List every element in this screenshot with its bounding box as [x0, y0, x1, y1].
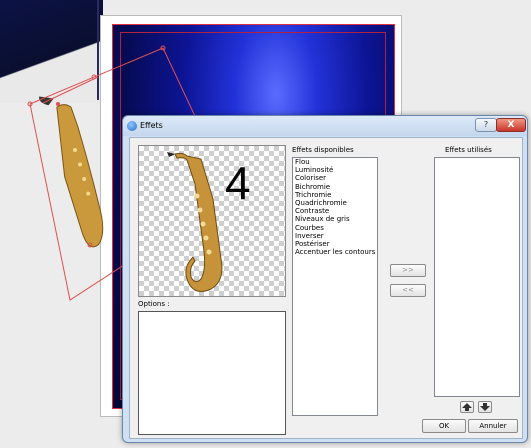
used-effects-label: Effets utilisés — [445, 146, 492, 154]
move-up-button[interactable] — [460, 401, 474, 413]
saxophone-preview-icon — [167, 152, 223, 292]
list-item[interactable]: Flou — [293, 158, 377, 166]
options-panel — [138, 311, 286, 435]
list-item[interactable]: Postériser — [293, 240, 377, 248]
close-button[interactable]: X — [496, 118, 526, 132]
rotation-handle[interactable] — [56, 102, 60, 106]
app-icon — [127, 121, 137, 131]
list-item[interactable]: Niveaux de gris — [293, 215, 377, 223]
dialog-body: 4 Options : Effets disponibles Flou Lumi… — [129, 137, 523, 439]
list-item[interactable]: Bichromie — [293, 183, 377, 191]
effects-dialog: Effets ? X 4 Options : Effets disponible… — [122, 115, 528, 443]
dialog-title: Effets — [140, 121, 163, 130]
options-label: Options : — [138, 300, 170, 308]
list-item[interactable]: Trichromie — [293, 191, 377, 199]
up-arrow-icon — [462, 403, 472, 411]
dialog-titlebar[interactable]: Effets ? X — [123, 116, 527, 136]
cancel-button[interactable]: Annuler — [468, 419, 518, 433]
used-effects-list[interactable] — [434, 157, 520, 397]
list-item[interactable]: Inverser — [293, 232, 377, 240]
list-item[interactable]: Contraste — [293, 207, 377, 215]
list-item[interactable]: Quadrichromie — [293, 199, 377, 207]
add-effect-button[interactable]: >> — [390, 264, 426, 277]
down-arrow-icon — [480, 403, 490, 411]
list-item[interactable]: Coloriser — [293, 174, 377, 182]
ok-button[interactable]: OK — [422, 419, 466, 433]
move-down-button[interactable] — [478, 401, 492, 413]
effect-preview: 4 — [138, 145, 286, 297]
list-item[interactable]: Accentuer les contours — [293, 248, 377, 256]
saxophone-image[interactable] — [39, 90, 106, 251]
list-item[interactable]: Luminosité — [293, 166, 377, 174]
list-item[interactable]: Courbes — [293, 224, 377, 232]
help-button[interactable]: ? — [475, 118, 497, 132]
remove-effect-button[interactable]: << — [390, 284, 426, 297]
available-effects-list[interactable]: Flou Luminosité Coloriser Bichromie Tric… — [292, 157, 378, 416]
available-effects-label: Effets disponibles — [292, 146, 354, 154]
preview-number: 4 — [225, 157, 251, 209]
